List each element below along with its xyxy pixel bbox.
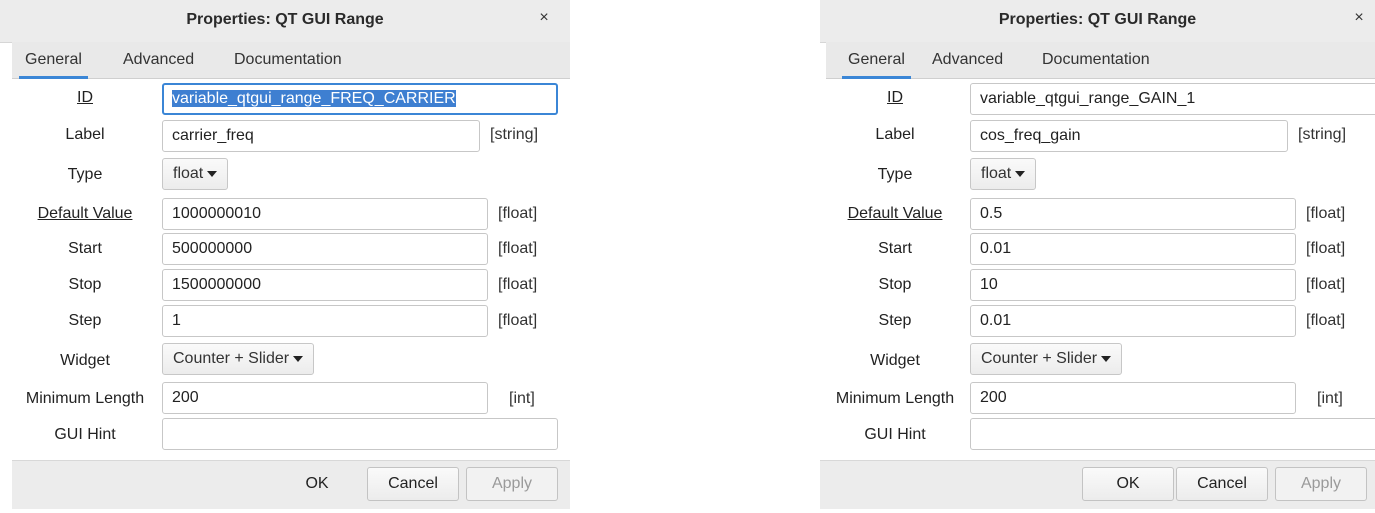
start-type-hint: [float]: [498, 240, 538, 257]
apply-button[interactable]: Apply: [466, 467, 558, 501]
caret-down-icon: [293, 355, 304, 362]
id-field[interactable]: variable_qtgui_range_FREQ_CARRIER: [162, 83, 558, 115]
caret-down-icon: [1015, 170, 1026, 177]
minimum-length-field[interactable]: 200: [162, 382, 488, 414]
label-field[interactable]: cos_freq_gain: [970, 120, 1288, 152]
step-type-hint: [float]: [1306, 312, 1346, 329]
type-label: Type: [67, 166, 103, 183]
label-label: Label: [65, 126, 105, 143]
apply-button[interactable]: Apply: [1275, 467, 1367, 501]
stop-label: Stop: [68, 276, 102, 293]
label-type-hint: [string]: [1298, 126, 1347, 143]
gui-hint-label: GUI Hint: [864, 426, 926, 443]
ok-button[interactable]: OK: [272, 467, 362, 501]
minimum-length-label: Minimum Length: [25, 390, 145, 407]
tab-bar: General Advanced Documentation: [826, 42, 1375, 79]
type-label: Type: [877, 166, 913, 183]
type-value: float: [981, 165, 1012, 182]
default-value-type-hint: [float]: [498, 205, 538, 222]
step-label: Step: [878, 312, 912, 329]
stop-type-hint: [float]: [1306, 276, 1346, 293]
tab-advanced[interactable]: Advanced: [932, 51, 1003, 76]
id-value: variable_qtgui_range_FREQ_CARRIER: [172, 90, 456, 107]
tab-general[interactable]: General: [842, 51, 911, 79]
dialog-titlebar: Properties: QT GUI Range ×: [0, 0, 570, 43]
start-label: Start: [68, 240, 102, 257]
dialog-footer: OK Cancel Apply: [820, 460, 1375, 509]
gui-hint-field[interactable]: [162, 418, 558, 450]
step-field[interactable]: 1: [162, 305, 488, 337]
default-value-field[interactable]: 0.5: [970, 198, 1296, 230]
minimum-length-field[interactable]: 200: [970, 382, 1296, 414]
tab-general[interactable]: General: [19, 51, 88, 79]
id-label: ID: [77, 89, 93, 106]
minimum-length-type-hint: [int]: [509, 390, 535, 407]
label-label: Label: [875, 126, 915, 143]
default-value-type-hint: [float]: [1306, 205, 1346, 222]
cancel-button[interactable]: Cancel: [1176, 467, 1268, 501]
type-dropdown[interactable]: float: [970, 158, 1037, 190]
step-field[interactable]: 0.01: [970, 305, 1296, 337]
minimum-length-type-hint: [int]: [1317, 390, 1343, 407]
caret-down-icon: [1101, 355, 1112, 362]
stop-field[interactable]: 10: [970, 269, 1296, 301]
dialog-footer: OK Cancel Apply: [12, 460, 570, 509]
widget-label: Widget: [870, 352, 920, 369]
step-type-hint: [float]: [498, 312, 538, 329]
stop-type-hint: [float]: [498, 276, 538, 293]
start-field[interactable]: 500000000: [162, 233, 488, 265]
default-value-label: Default Value: [847, 205, 943, 222]
widget-dropdown[interactable]: Counter + Slider: [162, 343, 315, 375]
cancel-button[interactable]: Cancel: [367, 467, 459, 501]
gui-hint-label: GUI Hint: [54, 426, 116, 443]
tab-bar: General Advanced Documentation: [12, 42, 570, 79]
start-field[interactable]: 0.01: [970, 233, 1296, 265]
stop-field[interactable]: 1500000000: [162, 269, 488, 301]
tab-documentation[interactable]: Documentation: [1042, 51, 1150, 76]
type-dropdown[interactable]: float: [162, 158, 229, 190]
default-value-field[interactable]: 1000000010: [162, 198, 488, 230]
default-value-label: Default Value: [37, 205, 133, 222]
gui-hint-field[interactable]: [970, 418, 1375, 450]
tab-advanced[interactable]: Advanced: [123, 51, 194, 76]
dialog-title: Properties: QT GUI Range: [186, 11, 384, 28]
dialog-title: Properties: QT GUI Range: [998, 11, 1197, 28]
close-icon[interactable]: ×: [1349, 9, 1369, 27]
close-icon[interactable]: ×: [534, 9, 554, 27]
properties-dialog-right: Properties: QT GUI Range × General Advan…: [820, 0, 1375, 513]
start-label: Start: [878, 240, 912, 257]
id-label: ID: [887, 89, 903, 106]
step-label: Step: [68, 312, 102, 329]
widget-value: Counter + Slider: [981, 350, 1098, 367]
tab-documentation[interactable]: Documentation: [234, 51, 342, 76]
start-type-hint: [float]: [1306, 240, 1346, 257]
label-field[interactable]: carrier_freq: [162, 120, 480, 152]
widget-value: Counter + Slider: [173, 350, 290, 367]
stop-label: Stop: [878, 276, 912, 293]
label-type-hint: [string]: [490, 126, 539, 143]
properties-dialog-left: Properties: QT GUI Range × General Advan…: [0, 0, 570, 513]
widget-label: Widget: [60, 352, 110, 369]
ok-button[interactable]: OK: [1082, 467, 1174, 501]
dialog-titlebar: Properties: QT GUI Range ×: [820, 0, 1375, 43]
type-value: float: [173, 165, 204, 182]
id-field[interactable]: variable_qtgui_range_GAIN_1: [970, 83, 1375, 115]
minimum-length-label: Minimum Length: [835, 390, 955, 407]
widget-dropdown[interactable]: Counter + Slider: [970, 343, 1123, 375]
caret-down-icon: [207, 170, 218, 177]
